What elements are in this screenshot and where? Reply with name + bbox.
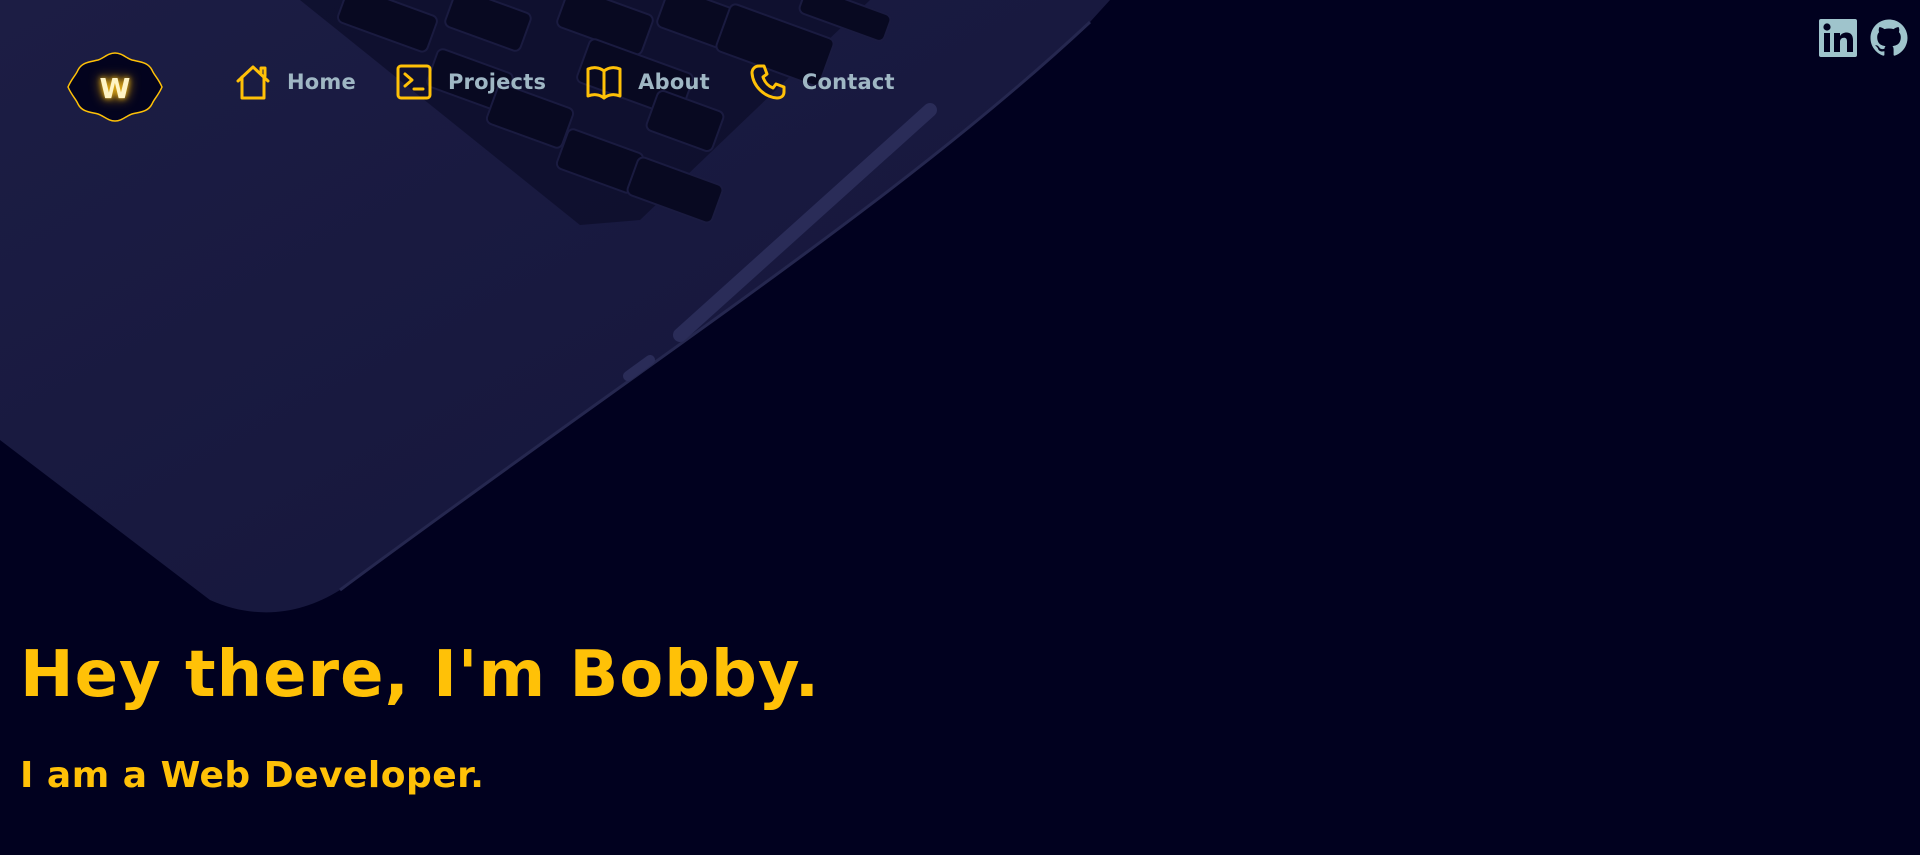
main-nav: Home Projects About Contact xyxy=(233,62,933,102)
nav-item-contact[interactable]: Contact xyxy=(748,62,895,102)
nav-item-home[interactable]: Home xyxy=(233,62,356,102)
hero-title: Hey there, I'm Bobby. xyxy=(20,638,820,712)
hero-subtitle: I am a Web Developer. xyxy=(20,755,485,796)
page: W Home Projects About Contact Hey there,… xyxy=(0,0,1920,855)
terminal-icon xyxy=(394,62,434,102)
nav-label-about: About xyxy=(638,70,710,94)
home-icon xyxy=(233,62,273,102)
nav-label-contact: Contact xyxy=(801,70,895,94)
github-link[interactable] xyxy=(1869,18,1909,58)
nav-label-projects: Projects xyxy=(447,70,547,94)
logo-letter: W xyxy=(99,71,131,105)
social-links xyxy=(1818,18,1920,58)
nav-item-about[interactable]: About xyxy=(584,62,710,102)
linkedin-link[interactable] xyxy=(1818,18,1858,58)
nav-label-home: Home xyxy=(287,70,356,94)
phone-icon xyxy=(748,62,788,102)
github-icon xyxy=(1870,19,1908,56)
nav-item-projects[interactable]: Projects xyxy=(394,62,546,102)
linkedin-icon xyxy=(1819,19,1857,57)
background-laptop-image xyxy=(0,0,1110,613)
site-logo[interactable]: W xyxy=(66,50,164,124)
book-icon xyxy=(584,62,624,102)
